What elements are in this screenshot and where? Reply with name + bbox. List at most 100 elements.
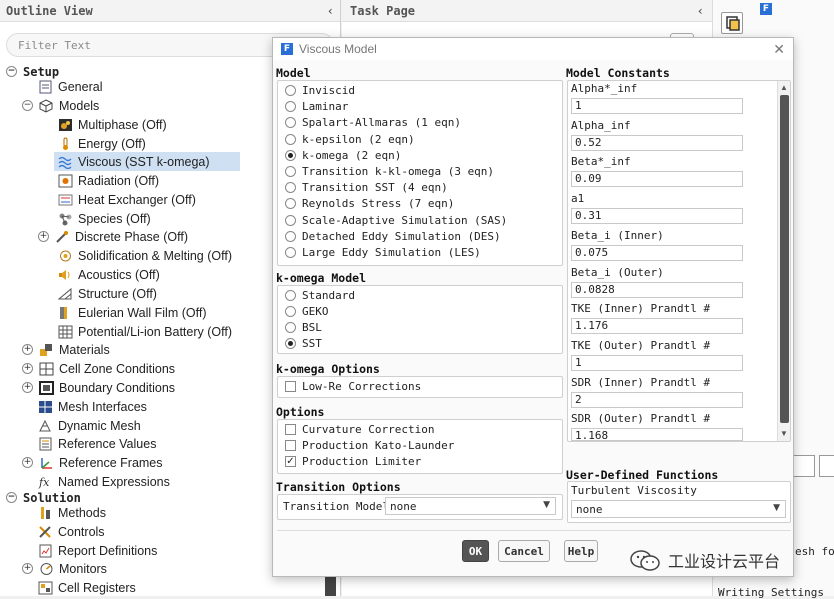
radio-button-icon[interactable] bbox=[285, 290, 296, 301]
radio-button-icon[interactable] bbox=[285, 214, 296, 226]
checkbox-icon[interactable] bbox=[285, 381, 296, 392]
constant-input[interactable]: 1 bbox=[571, 98, 743, 114]
radio-button-icon[interactable] bbox=[285, 230, 296, 242]
turbulent-viscosity-select[interactable]: none ▼ bbox=[571, 500, 786, 518]
model-radio-option[interactable]: k-omega (2 eqn) bbox=[285, 149, 401, 162]
checkbox-icon[interactable] bbox=[285, 424, 296, 435]
toolbar-stub-1[interactable] bbox=[793, 455, 815, 477]
tree-potential[interactable]: Potential/Li-ion Battery (Off) bbox=[58, 322, 232, 341]
radio-button-icon[interactable] bbox=[285, 166, 296, 177]
radio-button-icon[interactable] bbox=[285, 247, 296, 258]
model-radio-option[interactable]: Transition k-kl-omega (3 eqn) bbox=[285, 165, 494, 178]
radio-button-icon[interactable] bbox=[285, 182, 296, 194]
radio-button-icon[interactable] bbox=[285, 149, 296, 161]
expand-toggle-icon[interactable]: + bbox=[38, 231, 49, 242]
constants-scrollbar-thumb[interactable] bbox=[780, 95, 789, 423]
tree-heat-exchanger[interactable]: Heat Exchanger (Off) bbox=[58, 190, 196, 209]
model-radio-option[interactable]: Inviscid bbox=[285, 84, 355, 97]
scroll-down-arrow-icon[interactable]: ▼ bbox=[780, 429, 788, 438]
tree-methods[interactable]: Methods bbox=[38, 503, 106, 522]
tree-mesh-interfaces[interactable]: Mesh Interfaces bbox=[38, 397, 147, 416]
tree-multiphase[interactable]: Multiphase (Off) bbox=[58, 115, 167, 134]
tree-controls[interactable]: Controls bbox=[38, 522, 105, 541]
radio-button-icon[interactable] bbox=[285, 85, 296, 96]
close-icon[interactable]: ✕ bbox=[773, 41, 785, 58]
radio-button-icon[interactable] bbox=[285, 133, 296, 145]
tree-solidification[interactable]: Solidification & Melting (Off) bbox=[58, 246, 232, 265]
tree-materials[interactable]: + Materials bbox=[22, 340, 110, 359]
expand-toggle-icon[interactable]: + bbox=[22, 563, 33, 574]
model-radio-option[interactable]: Large Eddy Simulation (LES) bbox=[285, 246, 481, 259]
expand-toggle-icon[interactable]: + bbox=[22, 363, 33, 374]
help-button[interactable]: Help bbox=[564, 540, 598, 562]
scroll-up-arrow-icon[interactable]: ▲ bbox=[780, 83, 788, 92]
production-limiter-checkbox[interactable]: ✓ Production Limiter bbox=[285, 455, 421, 468]
tree-models[interactable]: − Models bbox=[22, 96, 99, 115]
constants-scrollbar[interactable]: ▲ ▼ bbox=[777, 81, 790, 441]
model-radio-option[interactable]: Spalart-Allmaras (1 eqn) bbox=[285, 116, 461, 129]
expand-toggle-icon[interactable]: + bbox=[22, 344, 33, 355]
outline-scrollbar[interactable] bbox=[325, 575, 336, 596]
curvature-correction-checkbox[interactable]: Curvature Correction bbox=[285, 423, 434, 436]
constant-input[interactable]: 0.0828 bbox=[571, 281, 743, 298]
constant-input[interactable]: 0.31 bbox=[571, 208, 743, 225]
komega-model-radio-option[interactable]: BSL bbox=[285, 321, 322, 334]
cancel-button[interactable]: Cancel bbox=[498, 540, 550, 562]
radio-button-icon[interactable] bbox=[285, 306, 296, 317]
model-radio-option[interactable]: Scale-Adaptive Simulation (SAS) bbox=[285, 214, 507, 227]
komega-model-radio-option[interactable]: GEKO bbox=[285, 305, 329, 318]
radio-button-icon[interactable] bbox=[285, 338, 296, 349]
radio-button-icon[interactable] bbox=[285, 101, 296, 113]
collapse-left-icon[interactable]: ‹ bbox=[697, 4, 704, 18]
ok-button[interactable]: OK bbox=[462, 540, 489, 562]
constant-input[interactable]: 1.168 bbox=[571, 428, 743, 442]
tree-dynamic-mesh[interactable]: Dynamic Mesh bbox=[38, 416, 141, 435]
tree-discrete-phase[interactable]: + Discrete Phase (Off) bbox=[38, 227, 188, 246]
tree-general[interactable]: General bbox=[38, 77, 102, 96]
tree-cell-registers[interactable]: Cell Registers bbox=[38, 578, 136, 597]
collapse-toggle-icon[interactable]: − bbox=[6, 66, 17, 77]
model-radio-option[interactable]: Reynolds Stress (7 eqn) bbox=[285, 197, 454, 210]
constant-input[interactable]: 0.52 bbox=[571, 134, 743, 151]
constant-input[interactable]: 1.176 bbox=[571, 318, 743, 335]
model-radio-option[interactable]: Detached Eddy Simulation (DES) bbox=[285, 230, 501, 243]
model-radio-option[interactable]: Transition SST (4 eqn) bbox=[285, 181, 448, 194]
tree-reference-frames[interactable]: + Reference Frames bbox=[22, 453, 163, 472]
tree-radiation[interactable]: Radiation (Off) bbox=[58, 171, 159, 190]
transition-model-select[interactable]: none ▼ bbox=[385, 497, 556, 515]
tree-eulerian-wall-film[interactable]: Eulerian Wall Film (Off) bbox=[58, 303, 207, 322]
constant-input[interactable]: 0.075 bbox=[571, 244, 743, 261]
tree-energy[interactable]: Energy (Off) bbox=[58, 134, 146, 153]
constant-input[interactable]: 2 bbox=[571, 391, 743, 408]
production-kato-launder-checkbox[interactable]: Production Kato-Launder bbox=[285, 439, 454, 452]
low-re-corrections-checkbox[interactable]: Low-Re Corrections bbox=[285, 380, 421, 393]
tree-cell-zone[interactable]: + Cell Zone Conditions bbox=[22, 359, 175, 378]
dialog-titlebar[interactable]: F Viscous Model ✕ bbox=[273, 38, 793, 60]
collapse-toggle-icon[interactable]: − bbox=[22, 100, 33, 111]
radio-button-icon[interactable] bbox=[285, 198, 296, 210]
komega-model-radio-option[interactable]: SST bbox=[285, 337, 322, 350]
tree-reference-values[interactable]: Reference Values bbox=[38, 434, 156, 453]
collapse-left-icon[interactable]: ‹ bbox=[327, 4, 334, 18]
model-radio-option[interactable]: Laminar bbox=[285, 100, 348, 113]
checkmark-icon[interactable]: ✓ bbox=[285, 456, 296, 467]
radio-button-icon[interactable] bbox=[285, 322, 296, 333]
collapse-toggle-icon[interactable]: − bbox=[6, 492, 17, 503]
komega-model-radio-option[interactable]: Standard bbox=[285, 289, 355, 302]
toolbar-stub-2[interactable] bbox=[819, 455, 834, 477]
tree-report-definitions[interactable]: Report Definitions bbox=[38, 541, 157, 560]
checkbox-icon[interactable] bbox=[285, 440, 296, 451]
model-radio-option[interactable]: k-epsilon (2 eqn) bbox=[285, 133, 415, 146]
tree-boundary[interactable]: + Boundary Conditions bbox=[22, 378, 175, 397]
copy-window-icon[interactable] bbox=[721, 12, 743, 34]
radio-button-icon[interactable] bbox=[285, 117, 296, 129]
tree-monitors[interactable]: + Monitors bbox=[22, 559, 107, 578]
expand-toggle-icon[interactable]: + bbox=[22, 382, 33, 393]
expand-toggle-icon[interactable]: + bbox=[22, 457, 33, 468]
constant-input[interactable]: 0.09 bbox=[571, 171, 743, 188]
tree-viscous[interactable]: Viscous (SST k-omega) bbox=[54, 152, 240, 171]
tree-species[interactable]: Species (Off) bbox=[58, 209, 151, 228]
constant-input[interactable]: 1 bbox=[571, 354, 743, 371]
tree-acoustics[interactable]: Acoustics (Off) bbox=[58, 265, 160, 284]
tree-structure[interactable]: Structure (Off) bbox=[57, 284, 157, 303]
